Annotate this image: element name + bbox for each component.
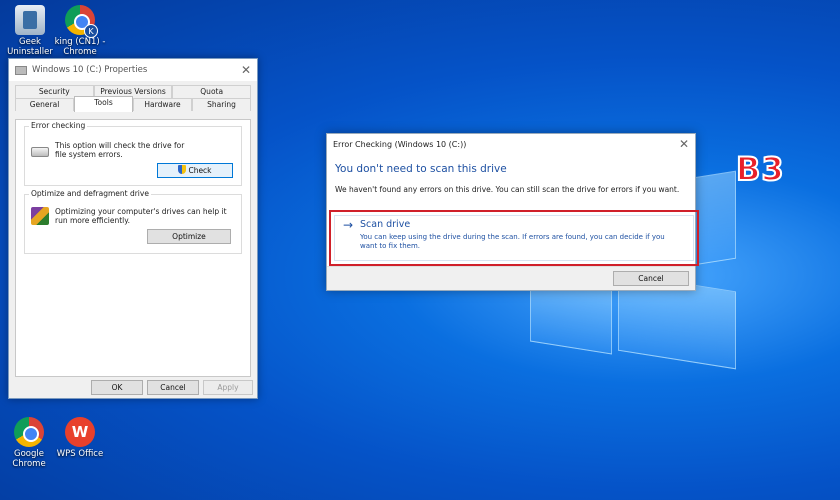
defrag-icon [31, 207, 49, 225]
error-checking-dialog: Error Checking (Windows 10 (C:)) ✕ You d… [326, 133, 699, 291]
scan-drive-highlight: → Scan drive You can keep using the driv… [329, 210, 699, 266]
tab-tools[interactable]: Tools [74, 96, 133, 112]
profile-badge: K [84, 24, 98, 38]
desktop-icon-label: king (CN1) - [54, 37, 106, 47]
group-description: Optimizing your computer's drives can he… [55, 207, 227, 225]
error-checking-group: Error checking This option will check th… [24, 121, 242, 186]
properties-tabs: Security Previous Versions Quota General… [15, 85, 252, 119]
scan-drive-title: Scan drive [360, 219, 411, 230]
drive-icon [15, 65, 27, 75]
geek-uninstaller-icon [15, 5, 45, 35]
scan-drive-option[interactable]: → Scan drive You can keep using the driv… [334, 215, 694, 261]
optimize-group: Optimize and defragment drive Optimizing… [24, 189, 242, 254]
ok-button[interactable]: OK [91, 380, 143, 395]
dialog-heading: You don't need to scan this drive [335, 163, 507, 175]
apply-button[interactable]: Apply [203, 380, 253, 395]
arrow-right-icon: → [343, 218, 354, 232]
cancel-button[interactable]: Cancel [147, 380, 199, 395]
dialog-title: Error Checking (Windows 10 (C:)) [333, 139, 467, 149]
tab-sharing[interactable]: Sharing [192, 98, 251, 111]
tab-general[interactable]: General [15, 98, 74, 111]
properties-titlebar[interactable]: Windows 10 (C:) Properties ✕ [9, 59, 257, 81]
tab-hardware[interactable]: Hardware [133, 98, 192, 111]
shield-icon [178, 165, 187, 174]
chrome-icon [14, 417, 44, 447]
drive-icon [31, 147, 49, 157]
group-description: This option will check the drive for fil… [55, 141, 185, 159]
wps-office-icon: W [65, 417, 95, 447]
group-title: Optimize and defragment drive [29, 189, 151, 198]
dialog-message: We haven't found any errors on this driv… [335, 185, 680, 194]
chrome-profile-icon: K [65, 5, 98, 38]
scan-drive-description: You can keep using the drive during the … [360, 233, 665, 250]
tools-panel: Error checking This option will check th… [15, 119, 251, 377]
dialog-footer: Cancel [327, 266, 695, 290]
check-button[interactable]: Check [157, 163, 233, 178]
desktop-icon-chrome-profile[interactable]: K king (CN1) - Chrome [48, 5, 112, 57]
close-icon[interactable]: ✕ [241, 63, 251, 77]
desktop-icon-wps-office[interactable]: W WPS Office [48, 417, 112, 459]
cancel-button[interactable]: Cancel [613, 271, 689, 286]
desktop-icon-label: Chrome [63, 47, 97, 57]
window-title: Windows 10 (C:) Properties [32, 65, 148, 75]
check-button-label: Check [188, 166, 212, 175]
tab-row-bottom: General Tools Hardware Sharing [15, 96, 251, 112]
tab-quota[interactable]: Quota [172, 85, 252, 98]
optimize-button[interactable]: Optimize [147, 229, 231, 244]
desktop-icon-label: WPS Office [56, 449, 104, 459]
group-title: Error checking [29, 121, 88, 130]
tab-row-top: Security Previous Versions Quota [15, 85, 252, 98]
desktop-icon-label: Chrome [12, 459, 46, 469]
dialog-titlebar[interactable]: Error Checking (Windows 10 (C:)) ✕ [327, 134, 695, 154]
drive-properties-window: Windows 10 (C:) Properties ✕ Security Pr… [8, 58, 258, 399]
step-label: B3 [735, 149, 785, 189]
close-icon[interactable]: ✕ [679, 137, 689, 151]
